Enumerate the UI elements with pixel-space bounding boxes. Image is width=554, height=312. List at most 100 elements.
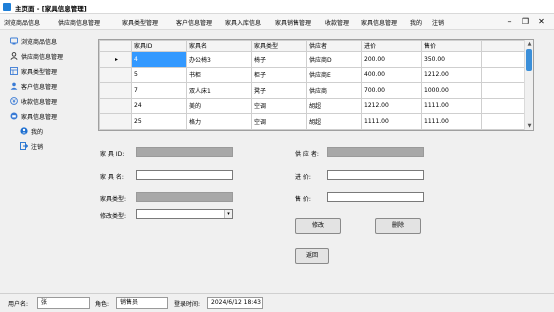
title-bar: 主页面 - [家具信息管理] <box>0 0 554 14</box>
table-row[interactable]: 25 格力 空调 胡超 1111.00 1111.00 <box>99 113 527 130</box>
grid-vertical-scrollbar[interactable]: ▲ ▼ <box>524 40 533 130</box>
table-cell-filler <box>481 66 527 83</box>
menu-payment[interactable]: 收款管理 <box>325 18 349 27</box>
table-cell[interactable]: 7 <box>131 82 187 99</box>
column-header[interactable]: 家具ID <box>131 40 187 52</box>
column-header[interactable]: 家具名 <box>186 40 252 52</box>
row-header[interactable] <box>99 113 132 130</box>
login-time-value: 2024/6/12 18:43 <box>207 297 263 309</box>
menu-stock-in[interactable]: 家具入库信息 <box>225 18 261 27</box>
menu-furniture-type[interactable]: 家具类型管理 <box>122 18 158 27</box>
modify-button[interactable]: 修改 <box>295 218 341 234</box>
table-row[interactable]: 7 双人床1 凳子 供应商 700.00 1000.00 <box>99 82 527 99</box>
sidebar-item-label: 家具类型管理 <box>21 69 58 76</box>
table-cell[interactable]: 1212.00 <box>421 66 482 83</box>
table-cell[interactable]: 双人床1 <box>186 82 252 99</box>
table-cell[interactable]: 格力 <box>186 113 252 130</box>
table-cell[interactable]: 美的 <box>186 97 252 114</box>
menu-logout[interactable]: 注销 <box>432 18 444 27</box>
column-header[interactable]: 售价 <box>421 40 482 52</box>
table-cell[interactable]: 24 <box>131 97 187 114</box>
login-time-label: 登录时间: <box>174 301 201 308</box>
row-header-corner <box>99 40 132 52</box>
furniture-id-field <box>136 147 233 157</box>
chevron-down-icon[interactable]: ▾ <box>224 210 232 218</box>
table-cell[interactable]: 25 <box>131 113 187 130</box>
menu-sales[interactable]: 家具销售管理 <box>275 18 311 27</box>
furniture-id-label: 家 具 ID: <box>100 151 125 158</box>
sidebar-item-mine[interactable]: 我的 <box>20 127 43 138</box>
sidebar-item-browse-goods[interactable]: 浏览商品信息 <box>10 37 57 48</box>
menu-mine[interactable]: 我的 <box>410 18 422 27</box>
sidebar-item-payment[interactable]: 收款信息管理 <box>10 97 57 108</box>
table-cell[interactable]: 1111.00 <box>361 113 422 130</box>
modify-type-select[interactable]: ▾ <box>136 209 233 219</box>
purchase-price-field[interactable] <box>327 170 424 180</box>
row-header[interactable] <box>99 82 132 99</box>
table-cell-filler <box>481 82 527 99</box>
table-header-row: 家具ID 家具名 家具类型 供应者 进价 售价 <box>99 40 527 52</box>
scroll-down-icon[interactable]: ▼ <box>525 122 533 130</box>
menu-furniture-info[interactable]: 家具信息管理 <box>361 18 397 27</box>
table-cell[interactable]: 供应商 <box>306 82 362 99</box>
purchase-price-label: 进 价: <box>295 174 311 181</box>
table-cell[interactable]: 供应商E <box>306 66 362 83</box>
sidebar-item-furniture-info[interactable]: 家具信息管理 <box>10 112 57 123</box>
minimize-icon[interactable]: – <box>503 16 516 27</box>
sidebar-item-label: 客户信息管理 <box>21 84 58 91</box>
table-cell[interactable]: 书柜 <box>186 66 252 83</box>
menu-browse-goods[interactable]: 浏览商品信息 <box>4 18 40 27</box>
row-header[interactable] <box>99 66 132 83</box>
column-header[interactable]: 家具类型 <box>251 40 307 52</box>
sidebar-item-customer[interactable]: 客户信息管理 <box>10 82 57 93</box>
table-cell[interactable]: 1111.00 <box>421 113 482 130</box>
user-icon <box>20 127 28 135</box>
table-cell[interactable]: 1111.00 <box>421 97 482 114</box>
furniture-table: 家具ID 家具名 家具类型 供应者 进价 售价 ▸ 4 办公椅3 椅子 供应商D… <box>99 40 527 130</box>
sidebar-item-logout[interactable]: 注销 <box>20 142 43 153</box>
table-cell[interactable]: 供应商D <box>306 51 362 68</box>
modify-type-label: 修改类型: <box>100 213 127 220</box>
table-cell[interactable]: 胡超 <box>306 97 362 114</box>
table-cell[interactable]: 700.00 <box>361 82 422 99</box>
table-cell[interactable]: 1000.00 <box>421 82 482 99</box>
row-header[interactable] <box>99 97 132 114</box>
table-cell[interactable]: 4 <box>131 51 187 68</box>
table-row[interactable]: ▸ 4 办公椅3 椅子 供应商D 200.00 350.00 <box>99 51 527 68</box>
table-cell[interactable]: 办公椅3 <box>186 51 252 68</box>
scroll-up-icon[interactable]: ▲ <box>525 40 533 48</box>
table-cell[interactable]: 5 <box>131 66 187 83</box>
sidebar-item-label: 收款信息管理 <box>21 99 58 106</box>
table-cell[interactable]: 空调 <box>251 97 307 114</box>
sidebar-item-supplier[interactable]: 供应商信息管理 <box>10 52 63 63</box>
table-cell[interactable]: 350.00 <box>421 51 482 68</box>
table-cell[interactable]: 400.00 <box>361 66 422 83</box>
browse-icon <box>10 37 18 45</box>
table-row[interactable]: 5 书柜 柜子 供应商E 400.00 1212.00 <box>99 66 527 83</box>
back-button[interactable]: 返回 <box>295 248 329 264</box>
column-header[interactable]: 供应者 <box>306 40 362 52</box>
table-cell[interactable]: 胡超 <box>306 113 362 130</box>
furniture-grid[interactable]: 家具ID 家具名 家具类型 供应者 进价 售价 ▸ 4 办公椅3 椅子 供应商D… <box>98 39 534 131</box>
furniture-name-field[interactable] <box>136 170 233 180</box>
table-cell[interactable]: 200.00 <box>361 51 422 68</box>
menu-customer[interactable]: 客户信息管理 <box>176 18 212 27</box>
close-icon[interactable]: ✕ <box>535 16 548 27</box>
scroll-thumb[interactable] <box>526 49 532 71</box>
table-cell[interactable]: 空调 <box>251 113 307 130</box>
table-cell-filler <box>481 113 527 130</box>
table-cell[interactable]: 柜子 <box>251 66 307 83</box>
restore-icon[interactable]: ❐ <box>519 16 532 27</box>
table-cell[interactable]: 凳子 <box>251 82 307 99</box>
username-value: 张 <box>37 297 90 309</box>
menu-supplier[interactable]: 供应商信息管理 <box>58 18 100 27</box>
table-row[interactable]: 24 美的 空调 胡超 1212.00 1111.00 <box>99 97 527 114</box>
table-cell[interactable]: 1212.00 <box>361 97 422 114</box>
delete-button[interactable]: 删除 <box>375 218 421 234</box>
sale-price-field[interactable] <box>327 192 424 202</box>
sidebar-item-furniture-type[interactable]: 家具类型管理 <box>10 67 57 78</box>
column-header[interactable]: 进价 <box>361 40 422 52</box>
table-cell[interactable]: 椅子 <box>251 51 307 68</box>
row-header[interactable]: ▸ <box>99 51 132 68</box>
furniture-type-field <box>136 192 233 202</box>
